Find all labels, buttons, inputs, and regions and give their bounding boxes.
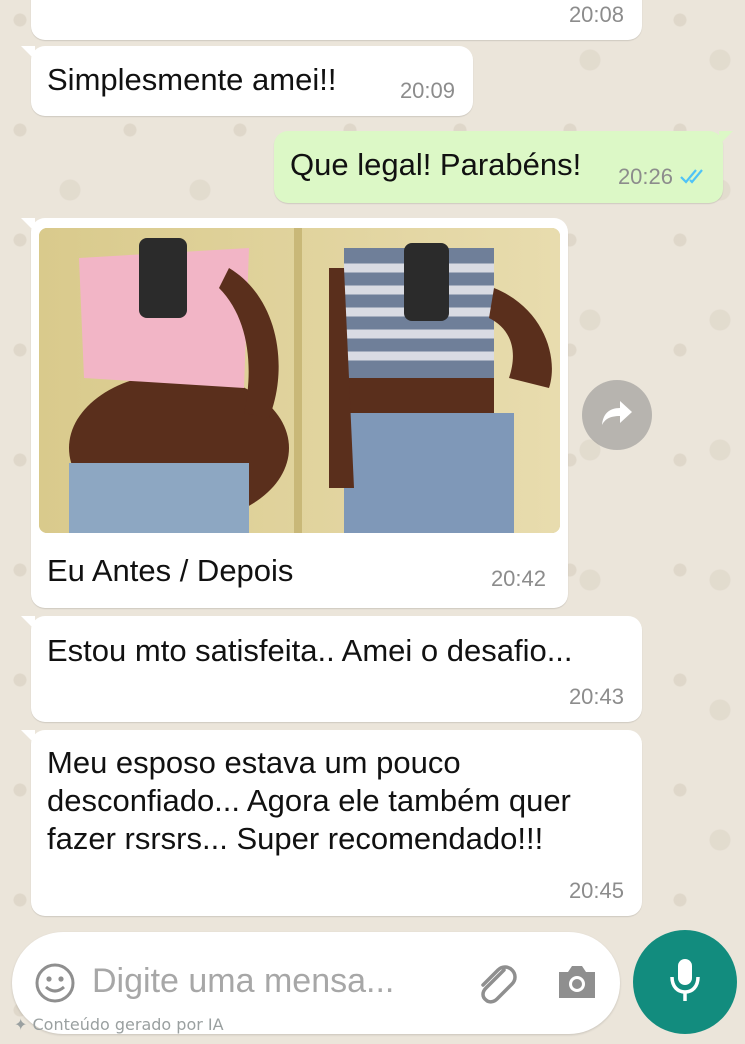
- ai-generated-notice: ✦ Conteúdo gerado por IA: [14, 1015, 224, 1034]
- message-text: Simplesmente amei!!: [47, 62, 337, 97]
- paperclip-icon[interactable]: [474, 960, 518, 1011]
- message-time: 20:45: [568, 878, 624, 903]
- message-time: 20:43: [568, 684, 624, 709]
- image-caption: Eu Antes / Depois: [47, 553, 294, 588]
- microphone-button[interactable]: [633, 930, 737, 1034]
- message-time: 20:09: [399, 78, 455, 103]
- emoji-icon[interactable]: [34, 962, 76, 1009]
- message-bubble-incoming[interactable]: Simplesmente amei!! 20:09: [21, 46, 473, 116]
- message-time: 20:26: [617, 163, 673, 189]
- message-bubble-incoming[interactable]: 20:08: [31, 0, 642, 40]
- message-input[interactable]: Digite uma mensa...: [92, 962, 394, 1001]
- ai-notice-text: Conteúdo gerado por IA: [32, 1015, 224, 1034]
- message-time-status: 20:26: [618, 164, 709, 191]
- camera-icon[interactable]: [555, 962, 599, 1007]
- before-after-photo[interactable]: [39, 228, 560, 533]
- forward-button[interactable]: [582, 380, 652, 450]
- image-message-bubble[interactable]: Eu Antes / Depois 20:42: [21, 218, 568, 608]
- double-check-read-icon: [679, 165, 709, 191]
- message-text: Meu esposo estava um pouco desconfiado..…: [47, 744, 571, 858]
- message-bubble-outgoing[interactable]: Que legal! Parabéns! 20:26: [274, 131, 733, 203]
- message-line: desconfiado... Agora ele também quer: [47, 783, 571, 818]
- forward-arrow-icon: [600, 399, 634, 432]
- message-time: 20:42: [490, 566, 546, 591]
- message-time: 20:08: [568, 2, 624, 27]
- message-text: Estou mto satisfeita.. Amei o desafio...: [47, 633, 573, 668]
- message-bubble-incoming[interactable]: Meu esposo estava um pouco desconfiado..…: [21, 730, 642, 916]
- ai-sparkle-icon: ✦: [14, 1015, 33, 1034]
- message-line: Meu esposo estava um pouco: [47, 745, 461, 780]
- message-bubble-incoming[interactable]: Estou mto satisfeita.. Amei o desafio...…: [21, 616, 642, 722]
- message-text: Que legal! Parabéns!: [290, 147, 582, 182]
- message-line: fazer rsrsrs... Super recomendado!!!: [47, 821, 544, 856]
- microphone-icon: [668, 957, 702, 1008]
